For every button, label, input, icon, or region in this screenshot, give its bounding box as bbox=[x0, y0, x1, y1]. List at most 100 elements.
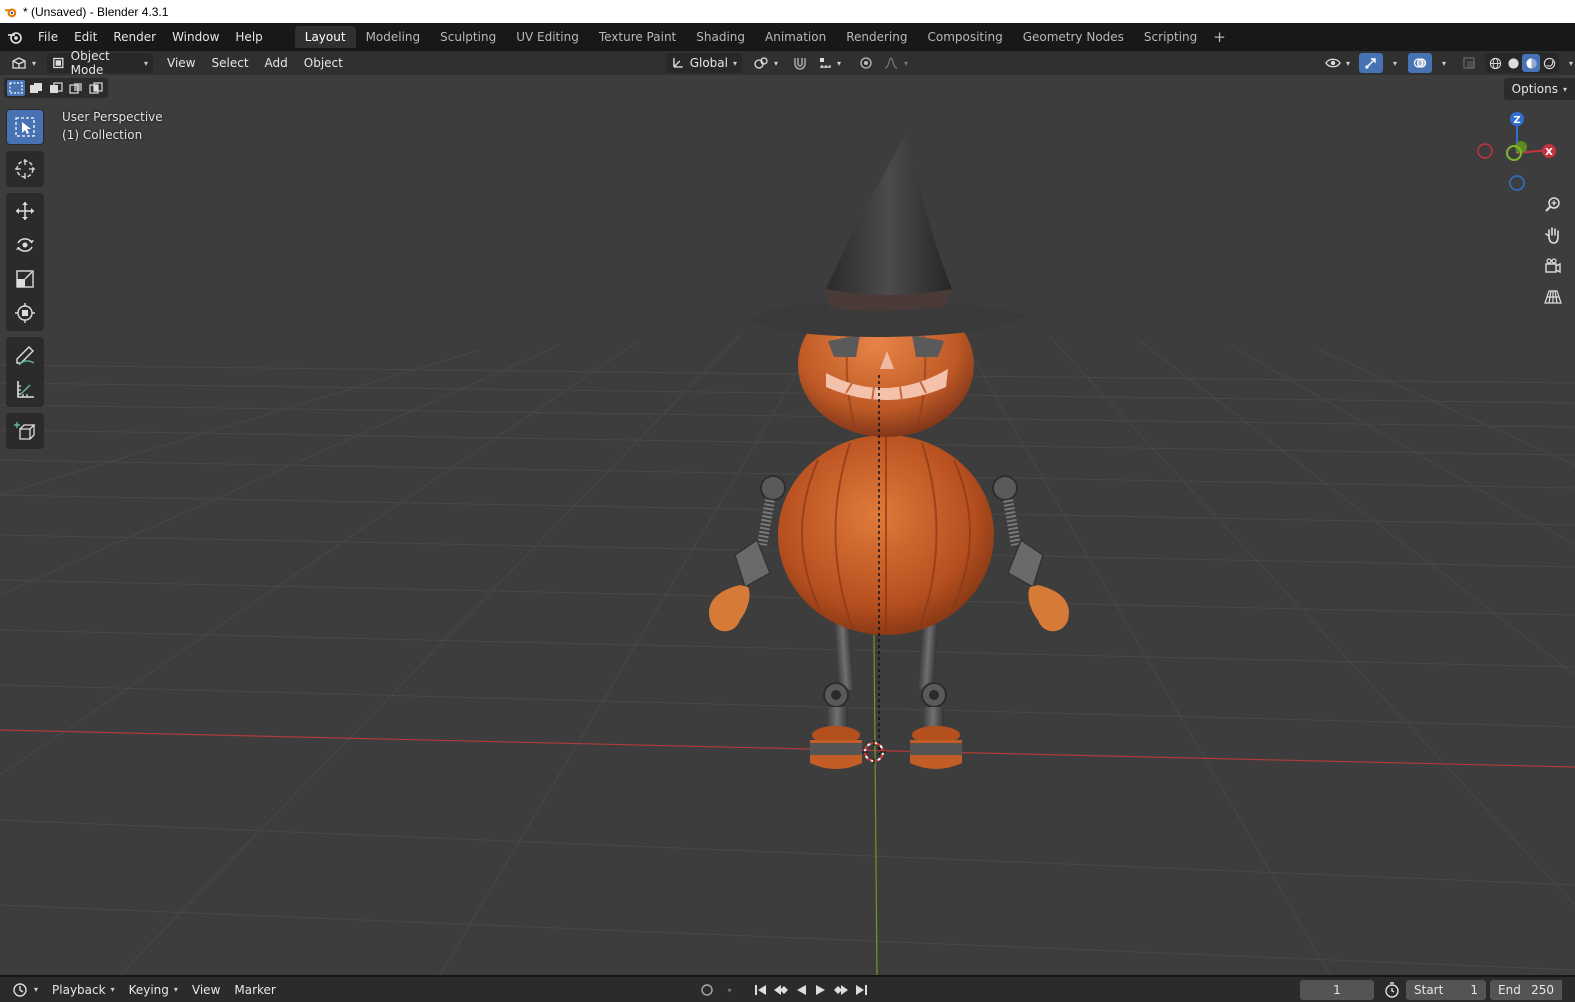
pan-button[interactable] bbox=[1539, 221, 1567, 249]
tab-modeling[interactable]: Modeling bbox=[356, 26, 431, 48]
zoom-magnifier-icon bbox=[1545, 197, 1560, 212]
navigation-gizmo[interactable]: Z X bbox=[1467, 105, 1567, 195]
start-frame-field[interactable]: Start 1 bbox=[1406, 980, 1486, 1000]
viewport-menu-view[interactable]: View bbox=[159, 52, 203, 74]
eye-icon bbox=[1325, 58, 1341, 68]
jump-to-keyframe-back-button[interactable] bbox=[771, 981, 791, 999]
playback-menu[interactable]: Playback ▾ bbox=[45, 979, 122, 1001]
frame-range-controls: 1 Start 1 End 250 bbox=[1300, 980, 1562, 1000]
add-cube-tool[interactable] bbox=[7, 414, 43, 448]
magnet-icon bbox=[794, 58, 806, 70]
jump-to-start-button[interactable] bbox=[751, 981, 771, 999]
perspective-toggle-button[interactable] bbox=[1539, 283, 1567, 311]
solid-shading-button[interactable] bbox=[1504, 54, 1522, 72]
timeline-editor-type-button[interactable]: ▾ bbox=[6, 979, 45, 1001]
proportional-falloff-dropdown[interactable]: ▾ bbox=[878, 53, 913, 73]
material-preview-shading-button[interactable] bbox=[1522, 54, 1541, 72]
visibility-dropdown[interactable]: ▾ bbox=[1320, 53, 1355, 73]
tab-layout[interactable]: Layout bbox=[294, 26, 356, 48]
object-mode-dropdown[interactable]: Object Mode ▾ bbox=[47, 49, 154, 77]
annotate-tool[interactable] bbox=[7, 338, 43, 372]
current-frame-field[interactable]: 1 bbox=[1300, 980, 1374, 1000]
xray-icon bbox=[1463, 57, 1475, 69]
use-preview-range-toggle[interactable] bbox=[1382, 981, 1402, 999]
jump-to-keyframe-forward-button[interactable] bbox=[831, 981, 851, 999]
viewport-menu-add[interactable]: Add bbox=[257, 52, 296, 74]
viewport-menu-select[interactable]: Select bbox=[204, 52, 257, 74]
end-frame-value: 250 bbox=[1531, 983, 1554, 997]
scale-tool[interactable] bbox=[7, 262, 43, 296]
select-box-tool[interactable] bbox=[7, 110, 43, 144]
move-tool[interactable] bbox=[7, 194, 43, 228]
tab-uv-editing[interactable]: UV Editing bbox=[506, 26, 589, 48]
play-reverse-button[interactable] bbox=[791, 981, 811, 999]
show-overlays-toggle[interactable] bbox=[1408, 53, 1433, 73]
y-axis-line bbox=[873, 634, 878, 975]
keying-menu[interactable]: Keying ▾ bbox=[122, 979, 185, 1001]
gizmo-dropdown[interactable]: ▾ bbox=[1383, 53, 1402, 73]
snap-target-dropdown[interactable]: ▾ bbox=[813, 53, 846, 73]
menu-file[interactable]: File bbox=[30, 26, 66, 48]
keying-set-dropdown[interactable]: ▾ bbox=[717, 981, 737, 999]
rotate-tool[interactable] bbox=[7, 228, 43, 262]
editor-type-button[interactable]: ▾ bbox=[6, 53, 41, 73]
select-extend-button[interactable] bbox=[27, 80, 45, 96]
z-axis-label: Z bbox=[1513, 115, 1520, 126]
floor-grid bbox=[0, 334, 1575, 975]
chevron-down-icon: ▾ bbox=[732, 58, 737, 68]
overlays-icon bbox=[1413, 58, 1427, 68]
marker-menu[interactable]: Marker bbox=[227, 979, 282, 1001]
select-subtract-button[interactable] bbox=[47, 80, 65, 96]
menu-edit[interactable]: Edit bbox=[66, 26, 105, 48]
blender-menu-icon[interactable] bbox=[0, 23, 30, 51]
select-invert-button[interactable] bbox=[67, 80, 85, 96]
annotate-pencil-icon bbox=[16, 346, 35, 366]
proportional-editing-toggle[interactable] bbox=[854, 53, 878, 73]
menu-help[interactable]: Help bbox=[227, 26, 270, 48]
tab-texture-paint[interactable]: Texture Paint bbox=[589, 26, 686, 48]
camera-view-button[interactable] bbox=[1539, 252, 1567, 280]
timeline-view-menu[interactable]: View bbox=[185, 979, 227, 1001]
3d-viewport[interactable]: User Perspective (1) Collection Options … bbox=[0, 75, 1575, 975]
show-gizmo-toggle[interactable] bbox=[1359, 53, 1384, 73]
play-button[interactable] bbox=[811, 981, 831, 999]
tab-shading[interactable]: Shading bbox=[686, 26, 755, 48]
jump-to-end-button[interactable] bbox=[851, 981, 871, 999]
viewport-menu-object[interactable]: Object bbox=[296, 52, 351, 74]
options-dropdown[interactable]: Options ▾ bbox=[1503, 78, 1575, 100]
tab-animation[interactable]: Animation bbox=[755, 26, 836, 48]
cursor-tool[interactable] bbox=[7, 152, 43, 186]
chevron-down-icon: ▾ bbox=[110, 985, 115, 994]
transform-orientation-dropdown[interactable]: Global ▾ bbox=[666, 53, 742, 73]
overlays-dropdown[interactable]: ▾ bbox=[1432, 53, 1451, 73]
rendered-shading-button[interactable] bbox=[1540, 54, 1558, 72]
zoom-button[interactable] bbox=[1539, 190, 1567, 218]
shading-dropdown[interactable]: ▾ bbox=[1559, 53, 1575, 73]
xray-toggle[interactable] bbox=[1457, 53, 1481, 73]
wireframe-shading-button[interactable] bbox=[1486, 54, 1504, 72]
viewport-header: ▾ Object Mode ▾ View Select Add Object G… bbox=[0, 49, 1575, 77]
tool-shelf bbox=[6, 109, 44, 455]
tab-scripting[interactable]: Scripting bbox=[1134, 26, 1207, 48]
transform-tool[interactable] bbox=[7, 296, 43, 330]
measure-tool[interactable] bbox=[7, 372, 43, 406]
select-new-button[interactable] bbox=[7, 80, 25, 96]
tab-compositing[interactable]: Compositing bbox=[917, 26, 1012, 48]
jump-start-icon bbox=[755, 985, 766, 995]
menu-render[interactable]: Render bbox=[105, 26, 164, 48]
ruler-icon bbox=[17, 381, 34, 398]
pivot-point-dropdown[interactable]: ▾ bbox=[748, 53, 783, 73]
end-frame-field[interactable]: End 250 bbox=[1490, 980, 1562, 1000]
auto-keying-toggle[interactable] bbox=[697, 981, 717, 999]
menu-window[interactable]: Window bbox=[164, 26, 227, 48]
falloff-curve-icon bbox=[884, 57, 898, 69]
chevron-down-icon: ▾ bbox=[727, 985, 732, 995]
select-intersect-button[interactable] bbox=[87, 80, 105, 96]
tab-sculpting[interactable]: Sculpting bbox=[430, 26, 506, 48]
snap-toggle[interactable] bbox=[787, 53, 813, 73]
add-workspace-button[interactable]: + bbox=[1207, 28, 1232, 46]
tab-rendering[interactable]: Rendering bbox=[836, 26, 917, 48]
tab-geometry-nodes[interactable]: Geometry Nodes bbox=[1013, 26, 1134, 48]
material-sphere-icon bbox=[1525, 57, 1537, 69]
record-circle-icon bbox=[701, 984, 713, 996]
